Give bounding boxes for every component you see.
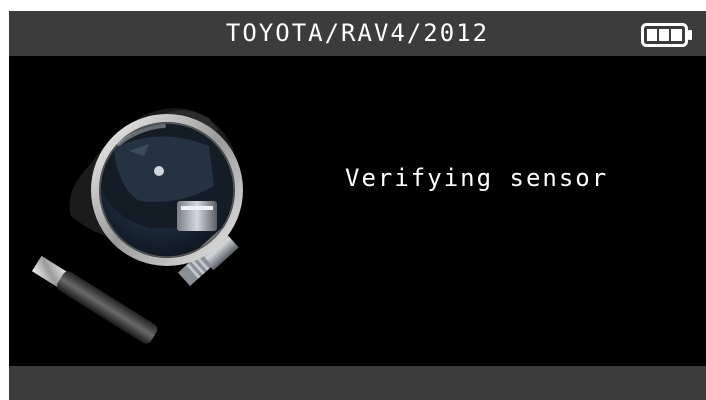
footer-bar: [9, 366, 706, 400]
header-bar: TOYOTA/RAV4/2012: [9, 11, 706, 56]
magnifier-sensor-icon: [31, 108, 243, 344]
vehicle-title: TOYOTA/RAV4/2012: [225, 19, 490, 47]
status-message: Verifying sensor: [345, 164, 609, 192]
battery-full-icon: [641, 23, 692, 47]
device-screen: TOYOTA/RAV4/2012 Verifying sensor: [9, 11, 706, 400]
content-area: Verifying sensor: [9, 56, 706, 366]
